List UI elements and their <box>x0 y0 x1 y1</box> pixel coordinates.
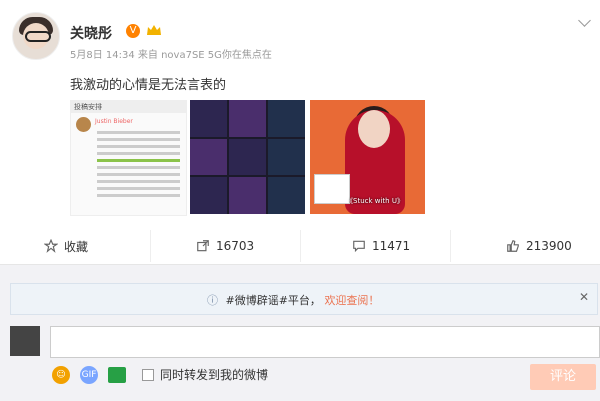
comment-input[interactable] <box>50 326 600 358</box>
close-icon[interactable]: ✕ <box>579 290 589 304</box>
repost-button[interactable]: 16703 <box>196 230 254 262</box>
image-icon[interactable] <box>108 367 126 383</box>
notice-link[interactable]: 欢迎查阅！ <box>324 294 379 307</box>
post-meta: 5月8日 14:34 来自 nova7SE 5G你在焦点在 <box>70 50 272 61</box>
post-text: 我激动的心情是无法言表的 <box>70 78 227 93</box>
image-header: 投稿安排 <box>71 101 186 113</box>
verified-badge-icon: V <box>126 24 140 38</box>
comment-icon <box>353 240 365 253</box>
chevron-down-icon[interactable] <box>578 14 591 27</box>
comment-count: 11471 <box>372 239 411 253</box>
action-toolbar: 收藏 16703 11471 213900 <box>0 230 600 262</box>
image-caption: 《Stuck with U》 <box>346 197 404 205</box>
info-icon: ⓘ <box>207 294 218 307</box>
comment-button[interactable]: 11471 <box>352 230 410 262</box>
gif-icon[interactable]: GIF <box>80 366 98 384</box>
like-button[interactable]: 213900 <box>506 230 572 262</box>
post-image-2[interactable] <box>190 100 305 214</box>
post-image-1[interactable]: 投稿安排 Justin Bieber <box>70 100 187 216</box>
favorite-button[interactable]: 收藏 <box>44 230 88 262</box>
notice-bar: ⓘ #微博辟谣#平台， 欢迎查阅！ ✕ <box>10 283 598 315</box>
post-image-3[interactable]: 《Stuck with U》 <box>310 100 425 214</box>
checkbox[interactable] <box>142 368 154 381</box>
avatar[interactable] <box>12 12 60 60</box>
repost-icon <box>197 240 209 252</box>
favorite-label: 收藏 <box>64 239 89 254</box>
crown-icon <box>147 25 161 35</box>
submit-comment-button[interactable]: 评论 <box>530 364 596 390</box>
repost-count: 16703 <box>216 239 255 253</box>
notice-message: ⓘ #微博辟谣#平台， 欢迎查阅！ <box>207 292 379 308</box>
repost-label: 同时转发到我的微博 <box>160 368 269 382</box>
image-name: Justin Bieber <box>95 118 133 125</box>
star-icon <box>44 239 58 253</box>
thumbs-up-icon <box>507 240 519 252</box>
image-avatar <box>76 117 91 132</box>
comment-tools: ☺ GIF <box>52 366 126 384</box>
notice-text: #微博辟谣#平台， <box>225 294 321 307</box>
repost-checkbox[interactable]: 同时转发到我的微博 <box>142 366 268 383</box>
username[interactable]: 关晓彤 <box>70 23 112 43</box>
like-count: 213900 <box>526 239 572 253</box>
current-user-avatar[interactable] <box>10 326 40 356</box>
emoji-icon[interactable]: ☺ <box>52 366 70 384</box>
